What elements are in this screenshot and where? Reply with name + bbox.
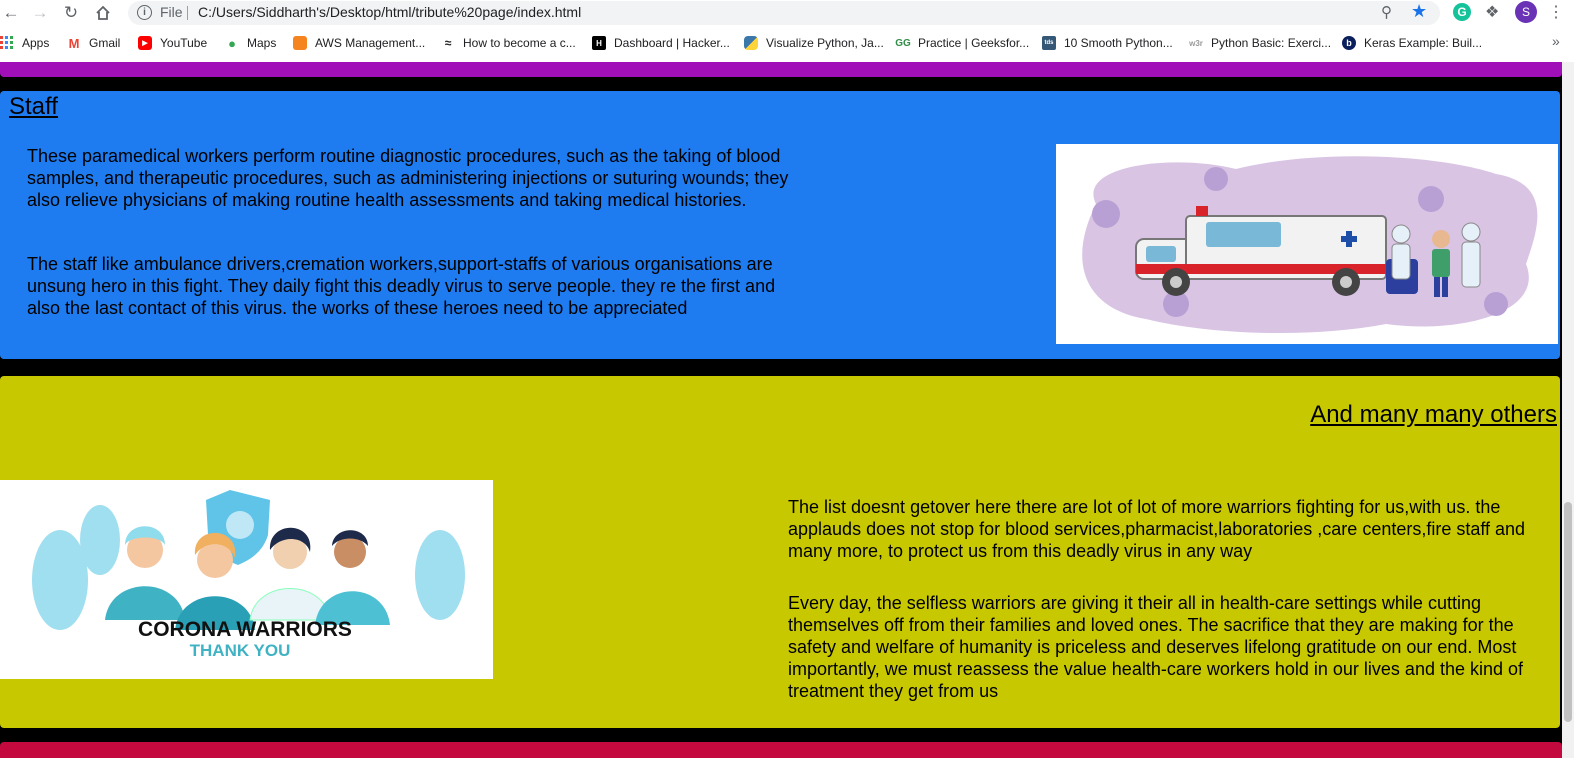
url-text[interactable]: C:/Users/Siddharth's/Desktop/html/tribut…	[198, 4, 581, 20]
bookmarks-bar: Apps M Gmail ▶ YouTube ● Maps AWS Manage…	[0, 31, 1574, 55]
gmail-icon: M	[68, 35, 80, 51]
extensions-puzzle-icon[interactable]: ❖	[1485, 2, 1499, 22]
scrollbar-thumb[interactable]	[1564, 502, 1572, 722]
bookmark-maps[interactable]: ● Maps	[225, 34, 276, 52]
reload-icon[interactable]: ↻	[60, 2, 82, 24]
grammarly-extension-icon[interactable]: G	[1453, 3, 1471, 21]
maps-pin-icon: ●	[228, 35, 236, 51]
bookmark-python-basic[interactable]: w3r Python Basic: Exerci...	[1189, 34, 1331, 52]
bookmark-label: Gmail	[89, 36, 121, 50]
youtube-icon: ▶	[138, 36, 152, 50]
corona-warriors-illustration: CORONA WARRIORS THANK YOU	[0, 480, 493, 679]
bookmark-gmail[interactable]: M Gmail	[67, 34, 121, 52]
image-caption-sub: THANK YOU	[190, 641, 291, 660]
python-icon	[744, 36, 758, 50]
others-paragraph-2: Every day, the selfless warriors are giv…	[788, 593, 1524, 701]
b-icon: b	[1342, 36, 1356, 50]
profile-avatar[interactable]: S	[1515, 1, 1537, 23]
w3r-icon: w3r	[1189, 38, 1203, 48]
previous-section-edge	[0, 62, 1562, 77]
aws-icon	[293, 36, 307, 50]
image-caption-main: CORONA WARRIORS	[138, 618, 352, 641]
staff-heading: Staff	[9, 93, 58, 120]
bookmark-label: Maps	[247, 36, 277, 50]
bookmark-label: Dashboard | Hacker...	[614, 36, 730, 50]
staff-section: Staff These paramedical workers perform …	[0, 91, 1560, 359]
staff-paragraph-1: These paramedical workers perform routin…	[27, 146, 789, 210]
bookmark-label: AWS Management...	[315, 36, 426, 50]
home-icon[interactable]	[92, 2, 114, 24]
bookmark-label: Apps	[22, 36, 50, 50]
bookmark-apps[interactable]: Apps	[0, 34, 49, 52]
bookmarks-overflow-icon[interactable]: »	[1552, 33, 1560, 49]
bookmark-label: How to become a c...	[463, 36, 576, 50]
bookmark-visualize-python[interactable]: Visualize Python, Ja...	[744, 34, 884, 52]
bookmark-star-icon[interactable]: ★	[1411, 1, 1427, 22]
others-heading: And many many others	[1310, 401, 1557, 428]
hackerrank-icon: H	[592, 36, 606, 50]
apps-grid-icon	[0, 36, 14, 50]
bookmark-label: 10 Smooth Python...	[1064, 36, 1173, 50]
staff-paragraph-2: The staff like ambulance drivers,cremati…	[27, 254, 776, 318]
page-content: Staff These paramedical workers perform …	[0, 62, 1574, 758]
kebab-menu-icon[interactable]: ⋮	[1548, 2, 1564, 22]
address-bar[interactable]: i File C:/Users/Siddharth's/Desktop/html…	[128, 1, 1440, 25]
next-section-edge	[0, 742, 1562, 758]
bookmark-youtube[interactable]: ▶ YouTube	[138, 34, 207, 52]
bookmark-smooth-python[interactable]: tds 10 Smooth Python...	[1042, 34, 1173, 52]
bookmark-geeksforgeeks[interactable]: GG Practice | Geeksfor...	[895, 34, 1030, 52]
others-paragraph-1: The list doesnt getover here there are l…	[788, 497, 1526, 561]
bookmark-label: Practice | Geeksfor...	[918, 36, 1030, 50]
bookmark-how-to[interactable]: ≈ How to become a c...	[441, 34, 576, 52]
bookmark-label: Keras Example: Buil...	[1364, 36, 1483, 50]
others-section: And many many others CORONA WARRIORS THA…	[0, 376, 1560, 728]
browser-chrome: ← → ↻ i File C:/Users/Siddharth's/Deskto…	[0, 0, 1574, 62]
wave-icon: ≈	[444, 36, 452, 50]
url-divider	[187, 6, 188, 20]
tds-icon: tds	[1042, 36, 1056, 50]
bookmark-label: Visualize Python, Ja...	[766, 36, 884, 50]
bookmark-aws[interactable]: AWS Management...	[293, 34, 425, 52]
page-scrollbar[interactable]	[1562, 62, 1574, 758]
back-icon[interactable]: ←	[0, 2, 22, 24]
browser-toolbar: ← → ↻ i File C:/Users/Siddharth's/Deskto…	[0, 0, 1574, 26]
bookmark-label: Python Basic: Exerci...	[1211, 36, 1332, 50]
bookmark-hackerrank[interactable]: H Dashboard | Hacker...	[592, 34, 730, 52]
scheme-label: File	[160, 4, 183, 20]
gfg-icon: GG	[895, 37, 911, 49]
ambulance-illustration	[1056, 144, 1558, 344]
zoom-icon[interactable]: ⚲	[1381, 3, 1392, 21]
bookmark-keras-example[interactable]: b Keras Example: Buil...	[1342, 34, 1482, 52]
info-icon[interactable]: i	[137, 5, 152, 20]
bookmark-label: YouTube	[160, 36, 208, 50]
forward-icon[interactable]: →	[29, 2, 51, 24]
